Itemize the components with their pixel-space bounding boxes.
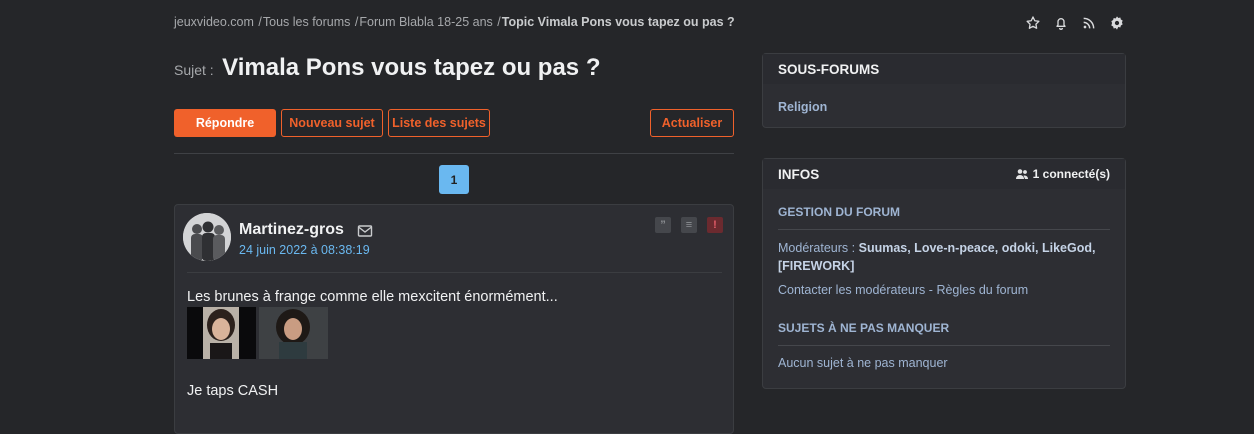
post-author[interactable]: Martinez-gros [239, 221, 344, 239]
topic-list-button[interactable]: Liste des sujets [388, 109, 490, 137]
breadcrumb-forum-link[interactable]: Forum Blabla 18-25 ans [359, 15, 492, 29]
post-date-link[interactable]: 24 juin 2022 à 08:38:19 [239, 243, 370, 257]
post-text: Je taps CASH [187, 383, 279, 399]
bell-icon[interactable] [1053, 15, 1069, 31]
connected-count-text: 1 connecté(s) [1032, 167, 1110, 181]
users-icon [1015, 169, 1028, 179]
must-see-empty-text: Aucun sujet à ne pas manquer [778, 356, 948, 370]
gear-icon[interactable] [1109, 15, 1125, 31]
subforums-card: SOUS-FORUMS Religion [762, 53, 1126, 128]
moderators-names[interactable]: Suumas, Love-n-peace, odoki, LikeGod, [859, 241, 1096, 255]
breadcrumb-home-link[interactable]: jeuxvideo.com [174, 15, 254, 29]
links-separator: - [928, 283, 933, 297]
subforums-title: SOUS-FORUMS [778, 61, 880, 77]
sticker-icon[interactable]: ≡ [681, 217, 697, 233]
breadcrumb-separator: / [497, 15, 501, 29]
page-title: Vimala Pons vous tapez ou pas ? [222, 54, 601, 81]
quote-icon[interactable]: ” [655, 217, 671, 233]
post-image-thumbnail[interactable] [259, 307, 328, 359]
breadcrumb-separator: / [258, 15, 262, 29]
topic-title-row: Sujet : Vimala Pons vous tapez ou pas ? [174, 54, 600, 82]
mail-icon[interactable] [357, 224, 373, 238]
moderators-names[interactable]: [FIREWORK] [778, 259, 854, 273]
post-text: Les brunes à frange comme elle mexcitent… [187, 289, 558, 305]
pagination-page-current[interactable]: 1 [439, 165, 469, 194]
breadcrumb: jeuxvideo.com /Tous les forums /Forum Bl… [174, 15, 735, 29]
breadcrumb-separator: / [354, 15, 359, 29]
reply-button[interactable]: Répondre [174, 109, 276, 137]
post-divider [187, 272, 722, 273]
rss-icon[interactable] [1081, 15, 1097, 31]
moderator-links: Contacter les modérateurs - Règles du fo… [778, 283, 1110, 297]
report-icon[interactable]: ! [707, 217, 723, 233]
subforums-header: SOUS-FORUMS [763, 54, 1125, 84]
infos-header: INFOS 1 connecté(s) [763, 159, 1125, 189]
forum-rules-link[interactable]: Règles du forum [936, 283, 1028, 297]
divider [174, 153, 734, 154]
contact-moderators-link[interactable]: Contacter les modérateurs [778, 283, 925, 297]
post-card: Martinez-gros 24 juin 2022 à 08:38:19 ” … [174, 204, 734, 434]
connected-count: 1 connecté(s) [1015, 167, 1110, 181]
infos-card: INFOS 1 connecté(s) GESTION DU FORUM Mod… [762, 158, 1126, 389]
infos-title: INFOS [778, 166, 820, 182]
topic-title-prefix: Sujet : [174, 62, 214, 78]
post-actions: ” ≡ ! [655, 217, 723, 233]
star-icon[interactable] [1025, 15, 1041, 31]
divider [778, 229, 1110, 230]
post-image-thumbnail[interactable] [187, 307, 256, 359]
moderators-label: Modérateurs : [778, 241, 856, 255]
avatar[interactable] [183, 213, 231, 261]
topic-toolbar [1025, 15, 1125, 31]
divider [778, 345, 1110, 346]
breadcrumb-all-forums-link[interactable]: Tous les forums [263, 15, 351, 29]
breadcrumb-current-topic: Topic Vimala Pons vous tapez ou pas ? [501, 15, 735, 29]
must-see-title: SUJETS À NE PAS MANQUER [778, 321, 950, 335]
forum-management-title: GESTION DU FORUM [778, 205, 900, 219]
subforum-link-religion[interactable]: Religion [778, 100, 827, 114]
moderators-list: Modérateurs : Suumas, Love-n-peace, odok… [778, 239, 1110, 275]
new-topic-button[interactable]: Nouveau sujet [281, 109, 383, 137]
refresh-button[interactable]: Actualiser [650, 109, 734, 137]
